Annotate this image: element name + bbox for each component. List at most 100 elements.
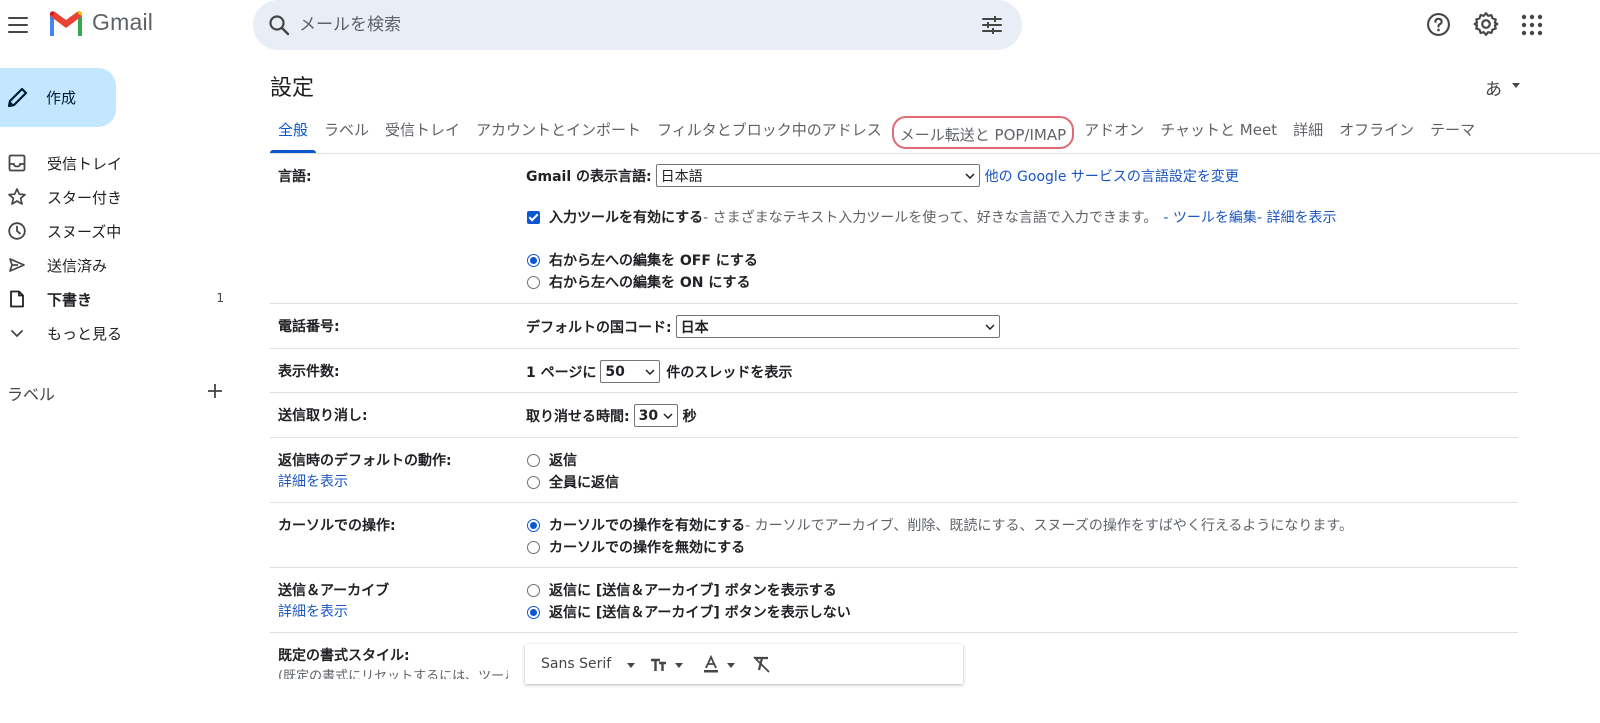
cursor-off-label: カーソルでの操作を無効にする — [549, 540, 746, 556]
page-size-prefix: 1 ページに — [526, 364, 597, 381]
default-reply-details-link[interactable]: 詳細を表示 — [278, 471, 348, 491]
input-tools-label: 入力ツールを有効にする — [549, 210, 704, 226]
tab-advanced[interactable]: 詳細 — [1285, 111, 1331, 153]
cursor-on-option[interactable]: カーソルでの操作を有効にする - カーソルでアーカイブ、削除、既読にする、スヌー… — [526, 515, 1353, 535]
other-services-language-link[interactable]: 他の Google サービスの言語設定を変更 — [985, 166, 1239, 186]
text-color-icon[interactable] — [701, 654, 723, 674]
input-method-caret-icon[interactable] — [1512, 83, 1520, 88]
reply-all-radio[interactable] — [527, 475, 540, 489]
rtl-on-radio[interactable] — [527, 275, 540, 289]
undo-send-prefix: 取り消せる時間: — [526, 408, 630, 425]
tab-labels[interactable]: ラベル — [316, 111, 377, 153]
sidebar-item-more[interactable]: もっと見る — [0, 316, 240, 350]
tab-chat-meet[interactable]: チャットと Meet — [1152, 111, 1285, 153]
rtl-off-radio[interactable] — [527, 253, 540, 267]
details-link[interactable]: - 詳細を表示 — [1257, 207, 1337, 227]
tab-addons[interactable]: アドオン — [1076, 111, 1152, 153]
gmail-logo[interactable] — [48, 10, 84, 38]
cursor-off-option[interactable]: カーソルでの操作を無効にする — [526, 537, 745, 557]
gear-icon[interactable] — [1473, 11, 1499, 37]
undo-send-suffix: 秒 — [682, 408, 697, 425]
setting-row-send-archive: 送信＆アーカイブ 詳細を表示 返信に [送信＆アーカイブ] ボタンを表示する 返… — [270, 568, 1518, 633]
tab-offline[interactable]: オフライン — [1331, 111, 1422, 153]
sidebar-item-snoozed[interactable]: スヌーズ中 — [0, 214, 240, 248]
display-language-select[interactable]: 日本語 — [655, 164, 980, 187]
formatting-toolbar: Sans Serif — [525, 644, 963, 684]
search-options-icon[interactable] — [980, 13, 1004, 37]
select-value: 日本語 — [660, 168, 703, 185]
setting-row-undo-send: 送信取り消し: 取り消せる時間: 30 秒 — [270, 393, 1518, 438]
search-icon[interactable] — [267, 13, 291, 37]
text-style-hint: (既定の書式にリセットするには、ツール — [278, 669, 508, 679]
search-bar — [253, 0, 1022, 50]
labels-heading: ラベル — [7, 385, 56, 404]
send-archive-details-link[interactable]: 詳細を表示 — [278, 601, 348, 621]
cursor-on-radio[interactable] — [527, 518, 540, 532]
sidebar-item-inbox[interactable]: 受信トレイ — [0, 146, 240, 180]
setting-row-cursor: カーソルでの操作: カーソルでの操作を有効にする - カーソルでアーカイブ、削除… — [270, 503, 1518, 568]
country-code-select[interactable]: 日本 — [675, 315, 1000, 338]
edit-tools-link[interactable]: - ツールを編集 — [1163, 207, 1257, 227]
chevron-down-icon — [11, 330, 23, 338]
rtl-off-label: 右から左への編集を OFF にする — [549, 253, 758, 269]
apps-grid-icon[interactable] — [1520, 13, 1544, 37]
setting-row-page-size: 表示件数: 1 ページに 50 件のスレッドを表示 — [270, 349, 1518, 393]
clock-icon — [8, 222, 26, 240]
rtl-off-option[interactable]: 右から左への編集を OFF にする — [526, 250, 758, 270]
undo-send-select[interactable]: 30 — [633, 404, 678, 427]
input-tools-checkbox[interactable] — [527, 210, 540, 224]
pencil-icon — [7, 87, 28, 108]
setting-label: 送信＆アーカイブ — [278, 583, 390, 599]
font-family-caret-icon[interactable] — [627, 663, 635, 668]
search-input[interactable] — [299, 11, 959, 39]
rtl-on-option[interactable]: 右から左への編集を ON にする — [526, 272, 751, 292]
draft-icon — [10, 290, 24, 308]
sidebar-item-drafts[interactable]: 下書き 1 — [0, 282, 240, 316]
undo-send-control: 取り消せる時間: 30 秒 — [526, 404, 697, 427]
tab-general[interactable]: 全般 — [270, 111, 317, 153]
font-size-caret-icon[interactable] — [675, 663, 683, 668]
send-archive-show-radio[interactable] — [527, 583, 540, 597]
settings-tabs: 全般 ラベル 受信トレイ アカウントとインポート フィルタとブロック中のアドレス… — [270, 111, 1483, 153]
clear-formatting-icon[interactable] — [751, 654, 773, 674]
compose-button[interactable]: 作成 — [0, 68, 116, 127]
inbox-icon — [8, 154, 26, 172]
setting-label: 返信時のデフォルトの動作: — [278, 453, 452, 469]
sidebar-item-starred[interactable]: スター付き — [0, 180, 240, 214]
reply-all-option[interactable]: 全員に返信 — [526, 472, 619, 492]
chevron-down-icon — [985, 323, 995, 330]
tab-inbox[interactable]: 受信トレイ — [377, 111, 468, 153]
help-icon[interactable] — [1426, 12, 1451, 37]
send-archive-hide-option[interactable]: 返信に [送信＆アーカイブ] ボタンを表示しない — [526, 602, 851, 622]
send-archive-show-option[interactable]: 返信に [送信＆アーカイブ] ボタンを表示する — [526, 580, 837, 600]
sidebar-item-sent[interactable]: 送信済み — [0, 248, 240, 282]
plus-icon[interactable] — [205, 381, 225, 401]
chevron-down-icon — [663, 412, 673, 419]
settings-panel: 設定 あ 全般 ラベル 受信トレイ アカウントとインポート フィルタとブロック中… — [253, 58, 1600, 684]
tab-themes[interactable]: テーマ — [1422, 111, 1483, 153]
country-code-control: デフォルトの国コード: 日本 — [526, 315, 1000, 338]
sidebar-item-label: 受信トレイ — [47, 155, 123, 173]
tab-accounts-import[interactable]: アカウントとインポート — [468, 111, 649, 153]
text-color-caret-icon[interactable] — [727, 663, 735, 668]
reply-radio[interactable] — [527, 453, 540, 467]
font-size-icon[interactable] — [649, 654, 671, 674]
send-archive-hide-label: 返信に [送信＆アーカイブ] ボタンを表示しない — [549, 605, 851, 621]
select-value: 50 — [605, 363, 625, 380]
reply-option[interactable]: 返信 — [526, 450, 577, 470]
tab-forwarding-pop-imap[interactable]: メール転送と POP/IMAP — [891, 116, 1075, 149]
cursor-off-radio[interactable] — [527, 540, 540, 554]
setting-label: 言語: — [278, 169, 312, 185]
page-size-select[interactable]: 50 — [600, 360, 661, 383]
setting-row-default-reply: 返信時のデフォルトの動作: 詳細を表示 返信 全員に返信 — [270, 438, 1518, 503]
reply-label: 返信 — [549, 453, 577, 469]
setting-label: 電話番号: — [278, 319, 340, 335]
font-family-select[interactable]: Sans Serif — [541, 656, 611, 672]
send-archive-show-label: 返信に [送信＆アーカイブ] ボタンを表示する — [549, 583, 837, 599]
tab-filters-blocked[interactable]: フィルタとブロック中のアドレス — [649, 111, 890, 153]
main-menu-button[interactable] — [4, 11, 32, 39]
brand-name: Gmail — [92, 9, 154, 35]
input-method-indicator[interactable]: あ — [1485, 75, 1502, 100]
select-value: 30 — [638, 407, 659, 424]
send-archive-hide-radio[interactable] — [527, 605, 540, 619]
